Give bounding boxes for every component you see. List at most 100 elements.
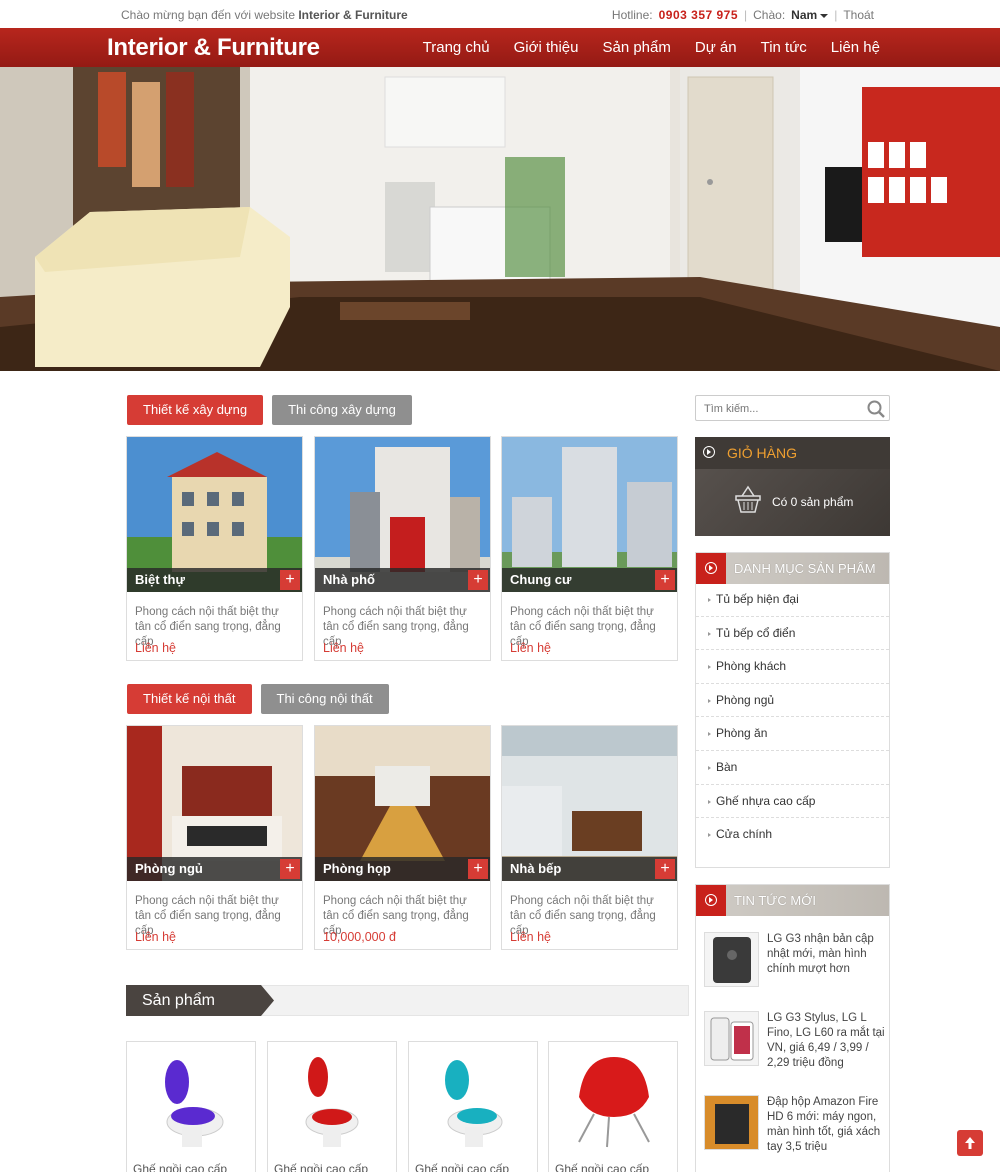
welcome-text: Chào mừng bạn đến với website Interior &… xyxy=(121,8,408,22)
project-card[interactable]: Nhà phố + Phong cách nội thất biệt thự tâ… xyxy=(314,436,491,661)
project-card[interactable]: Phòng ngủ + Phong cách nội thất biệt thự … xyxy=(126,725,303,950)
plus-icon[interactable]: + xyxy=(280,859,300,879)
cart-widget[interactable]: GIỎ HÀNG Có 0 sản phẩm xyxy=(695,437,890,536)
construction-tabs: Thiết kế xây dựng Thi công xây dựng xyxy=(127,395,412,425)
search-input[interactable] xyxy=(704,400,859,418)
category-panel: DANH MỤC SẢN PHẨM Tủ bếp hiện đại Tủ bếp… xyxy=(695,552,890,868)
search-icon[interactable] xyxy=(866,399,886,419)
main-nav: Trang chủ Giới thiệu Sản phẩm Dự án Tin … xyxy=(423,28,880,67)
category-item[interactable]: Phòng ngủ xyxy=(696,684,889,718)
card-title: Phòng họp xyxy=(323,861,391,876)
card-price[interactable]: Liên hệ xyxy=(135,641,176,655)
news-headline: LG G3 Stylus, LG L Fino, LG L60 ra mắt t… xyxy=(767,1012,885,1069)
project-card[interactable]: Phòng họp + Phong cách nội thất biệt thự … xyxy=(314,725,491,950)
product-card[interactable]: Ghế ngồi cao cấp xyxy=(126,1041,256,1172)
logout-link[interactable]: Thoát xyxy=(843,8,874,22)
user-name: Nam xyxy=(791,8,818,22)
chair-image xyxy=(578,1057,650,1148)
welcome-site: Interior & Furniture xyxy=(298,8,408,22)
cart-count: Có 0 sản phẩm xyxy=(772,495,854,509)
main-header: Interior & Furniture Trang chủ Giới thiệ… xyxy=(0,28,1000,67)
card-caption: Nhà phố + xyxy=(315,568,490,592)
card-title: Biệt thự xyxy=(135,572,185,587)
category-item[interactable]: Bàn xyxy=(696,751,889,785)
card-caption: Nhà bếp + xyxy=(502,857,677,881)
category-item[interactable]: Phòng ăn xyxy=(696,717,889,751)
card-price[interactable]: Liên hệ xyxy=(510,930,551,944)
news-headline: Đập hộp Amazon Fire HD 6 mới: máy ngon, … xyxy=(767,1096,881,1153)
card-caption: Biệt thự + xyxy=(127,568,302,592)
plus-icon[interactable]: + xyxy=(468,859,488,879)
welcome-prefix: Chào mừng bạn đến với website xyxy=(121,8,299,22)
nav-news[interactable]: Tin tức xyxy=(761,39,807,56)
tab-interior-construction[interactable]: Thi công nội thất xyxy=(260,684,389,714)
project-card[interactable]: Chung cư + Phong cách nội thất biệt thự t… xyxy=(501,436,678,661)
tab-build-construction[interactable]: Thi công xây dựng xyxy=(272,395,412,425)
news-title: TIN TỨC MỚI xyxy=(734,893,816,908)
category-list: Tủ bếp hiện đại Tủ bếp cổ điển Phòng khá… xyxy=(696,583,889,852)
arrow-circle-icon xyxy=(705,562,717,574)
site-logo[interactable]: Interior & Furniture xyxy=(107,34,320,62)
project-card[interactable]: Biệt thự + Phong cách nội thất biệt thự t… xyxy=(126,436,303,661)
back-to-top-button[interactable] xyxy=(957,1130,983,1156)
product-card[interactable]: Ghế ngồi cao cấp xyxy=(408,1041,538,1172)
category-title: DANH MỤC SẢN PHẨM xyxy=(734,561,876,576)
interior-tabs: Thiết kế nội thất Thi công nội thất xyxy=(127,684,389,714)
card-title: Chung cư xyxy=(510,572,572,587)
plus-icon[interactable]: + xyxy=(468,570,488,590)
top-bar: Chào mừng bạn đến với website Interior &… xyxy=(0,0,1000,28)
category-item[interactable]: Tủ bếp hiện đại xyxy=(696,583,889,617)
tab-design-construction[interactable]: Thiết kế xây dựng xyxy=(127,395,264,425)
category-item[interactable]: Ghế nhựa cao cấp xyxy=(696,785,889,819)
hotline-number[interactable]: 0903 357 975 xyxy=(659,8,738,22)
user-menu[interactable]: Nam xyxy=(791,8,829,22)
plus-icon[interactable]: + xyxy=(655,570,675,590)
product-name: Ghế ngồi cao cấp xyxy=(555,1162,650,1172)
section-title: Sản phẩm xyxy=(126,985,274,1016)
card-title: Nhà phố xyxy=(323,572,375,587)
nav-home[interactable]: Trang chủ xyxy=(423,39,490,56)
arrow-circle-icon xyxy=(703,446,715,458)
search-box xyxy=(695,395,890,421)
card-price[interactable]: 10,000,000 đ xyxy=(323,930,396,944)
separator: | xyxy=(744,8,748,22)
card-price[interactable]: Liên hệ xyxy=(510,641,551,655)
hotline-label: Hotline: xyxy=(611,8,653,22)
nav-projects[interactable]: Dự án xyxy=(695,39,737,56)
product-card[interactable]: Ghế ngồi cao cấp xyxy=(267,1041,397,1172)
living-room-image xyxy=(0,67,1000,371)
card-caption: Phòng ngủ + xyxy=(127,857,302,881)
category-item[interactable]: Cửa chính xyxy=(696,818,889,852)
plus-icon[interactable]: + xyxy=(655,859,675,879)
news-thumbnail xyxy=(704,932,759,987)
card-caption: Chung cư + xyxy=(502,568,677,592)
card-title: Nhà bếp xyxy=(510,861,562,876)
arrow-up-icon xyxy=(965,1137,975,1149)
category-item[interactable]: Phòng khách xyxy=(696,650,889,684)
project-card[interactable]: Nhà bếp + Phong cách nội thất biệt thự tâ… xyxy=(501,725,678,950)
chevron-down-icon xyxy=(820,13,829,18)
nav-contact[interactable]: Liên hệ xyxy=(831,39,880,56)
greeting-label: Chào: xyxy=(753,8,786,22)
chair-image xyxy=(165,1060,224,1147)
news-thumbnail xyxy=(704,1095,759,1150)
chair-image xyxy=(305,1057,359,1147)
nav-products[interactable]: Sản phẩm xyxy=(602,39,670,56)
arrow-circle-icon xyxy=(705,894,717,906)
news-headline: LG G3 nhận bản cập nhật mới, màn hình ch… xyxy=(767,933,874,975)
nav-about[interactable]: Giới thiệu xyxy=(514,39,579,56)
cart-header: GIỎ HÀNG xyxy=(695,437,890,469)
category-header: DANH MỤC SẢN PHẨM xyxy=(696,553,889,584)
category-item[interactable]: Tủ bếp cổ điển xyxy=(696,617,889,651)
chair-image xyxy=(445,1060,503,1147)
plus-icon[interactable]: + xyxy=(280,570,300,590)
card-title: Phòng ngủ xyxy=(135,861,203,876)
card-caption: Phòng họp + xyxy=(315,857,490,881)
card-price[interactable]: Liên hệ xyxy=(135,930,176,944)
product-card[interactable]: Ghế ngồi cao cấp xyxy=(548,1041,678,1172)
card-price[interactable]: Liên hệ xyxy=(323,641,364,655)
news-panel: TIN TỨC MỚI LG G3 nhận bản cập nhật mới,… xyxy=(695,884,890,1172)
product-name: Ghế ngồi cao cấp xyxy=(415,1162,510,1172)
basket-icon xyxy=(735,485,761,513)
tab-interior-design[interactable]: Thiết kế nội thất xyxy=(127,684,252,714)
